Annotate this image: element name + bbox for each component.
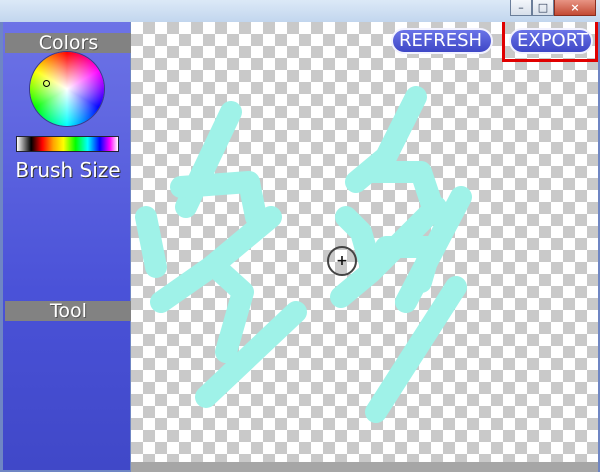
brush-strokes <box>135 86 472 423</box>
maximize-button[interactable]: □ <box>532 0 554 16</box>
brush-stroke <box>135 206 167 278</box>
brush-stroke <box>210 261 254 363</box>
close-button[interactable]: × <box>554 0 596 16</box>
color-palette-strip[interactable] <box>16 136 119 152</box>
brush-size-label: Brush Size <box>15 158 121 182</box>
app-window: – □ × Colors Brush Size Tool REFRESH EXP… <box>0 0 600 472</box>
brush-cursor-icon: + <box>327 246 357 276</box>
brush-stroke <box>360 161 442 213</box>
tool-header: Tool <box>5 301 132 321</box>
colors-header: Colors <box>5 33 132 53</box>
color-picker-cursor-icon[interactable] <box>43 80 50 87</box>
title-bar: – □ × <box>0 0 600 22</box>
drawing-canvas[interactable]: REFRESH EXPORT + <box>131 22 598 462</box>
window-controls: – □ × <box>510 0 596 16</box>
minimize-button[interactable]: – <box>510 0 532 16</box>
sidebar: Colors Brush Size Tool <box>3 22 132 470</box>
export-button[interactable]: EXPORT <box>509 28 593 54</box>
brush-stroke <box>150 206 282 313</box>
status-bar <box>131 462 598 472</box>
refresh-button[interactable]: REFRESH <box>391 28 493 54</box>
color-wheel[interactable] <box>30 52 104 126</box>
